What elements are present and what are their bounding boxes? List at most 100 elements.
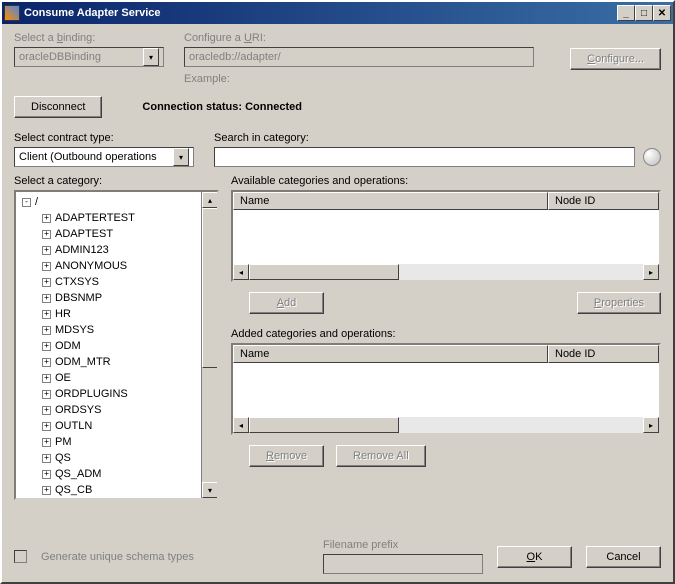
chevron-down-icon bbox=[143, 48, 159, 66]
remove-button: Remove bbox=[249, 445, 324, 467]
tree-item-label: PM bbox=[55, 436, 72, 448]
search-icon[interactable] bbox=[643, 148, 661, 166]
expand-icon[interactable]: + bbox=[42, 294, 51, 303]
scroll-hthumb[interactable] bbox=[249, 417, 399, 433]
add-button: Add bbox=[249, 292, 324, 314]
tree-item[interactable]: + CTXSYS bbox=[18, 274, 215, 290]
expand-icon[interactable]: + bbox=[42, 246, 51, 255]
scroll-left-icon[interactable]: ◂ bbox=[233, 264, 249, 280]
tree-item-label: ANONYMOUS bbox=[55, 260, 127, 272]
tree-item-label: ORDPLUGINS bbox=[55, 388, 128, 400]
search-input[interactable] bbox=[214, 147, 635, 167]
contract-combo[interactable]: Client (Outbound operations bbox=[14, 147, 194, 167]
chevron-down-icon[interactable] bbox=[173, 148, 189, 166]
tree-item[interactable]: + ODM bbox=[18, 338, 215, 354]
expand-icon[interactable]: + bbox=[42, 326, 51, 335]
tree-item[interactable]: + ORDSYS bbox=[18, 402, 215, 418]
tree-item[interactable]: + ANONYMOUS bbox=[18, 258, 215, 274]
tree-item-label: ADMIN123 bbox=[55, 244, 109, 256]
tree-item-label: CTXSYS bbox=[55, 276, 99, 288]
tree-item[interactable]: + ORDPLUGINS bbox=[18, 386, 215, 402]
tree-item[interactable]: + QS_CB bbox=[18, 482, 215, 498]
binding-value: oracleDBBinding bbox=[19, 51, 101, 63]
tree-item-label: ODM_MTR bbox=[55, 356, 111, 368]
uri-value: oracledb://adapter/ bbox=[189, 51, 281, 63]
expand-icon[interactable]: + bbox=[42, 230, 51, 239]
tree-item[interactable]: + MDSYS bbox=[18, 322, 215, 338]
added-col-name[interactable]: Name bbox=[233, 345, 548, 363]
expand-icon[interactable]: + bbox=[42, 262, 51, 271]
added-label: Added categories and operations: bbox=[231, 328, 661, 340]
expand-icon[interactable]: + bbox=[42, 422, 51, 431]
tree-item-label: ADAPTEST bbox=[55, 228, 113, 240]
scroll-hthumb[interactable] bbox=[249, 264, 399, 280]
tree-item[interactable]: + QS_ADM bbox=[18, 466, 215, 482]
available-hscrollbar[interactable]: ◂ ▸ bbox=[233, 264, 659, 280]
schema-checkbox bbox=[14, 550, 27, 563]
connection-status: Connection status: Connected bbox=[142, 101, 302, 113]
expand-icon[interactable]: + bbox=[42, 214, 51, 223]
expand-icon[interactable]: + bbox=[42, 406, 51, 415]
uri-label: Configure a URI: bbox=[184, 32, 550, 44]
tree-item[interactable]: + ADAPTEST bbox=[18, 226, 215, 242]
tree-item[interactable]: +HR bbox=[18, 306, 215, 322]
tree-item-label: OUTLN bbox=[55, 420, 92, 432]
tree-item[interactable]: + DBSNMP bbox=[18, 290, 215, 306]
tree-item[interactable]: + QS bbox=[18, 450, 215, 466]
expand-icon[interactable]: + bbox=[42, 310, 51, 319]
tree-item[interactable]: + OE bbox=[18, 370, 215, 386]
tree-item-label: ORDSYS bbox=[55, 404, 101, 416]
tree-item-label: ADAPTERTEST bbox=[55, 212, 135, 224]
tree-item-label: QS_CB bbox=[55, 484, 92, 496]
expand-icon[interactable]: + bbox=[42, 358, 51, 367]
ok-button[interactable]: OK bbox=[497, 546, 572, 568]
minimize-button[interactable]: _ bbox=[617, 5, 635, 21]
added-col-nodeid[interactable]: Node ID bbox=[548, 345, 659, 363]
tree-scrollbar[interactable]: ▴ ▾ bbox=[201, 192, 217, 498]
tree-item-label: MDSYS bbox=[55, 324, 94, 336]
scroll-right-icon[interactable]: ▸ bbox=[643, 264, 659, 280]
tree-item[interactable]: + ODM_MTR bbox=[18, 354, 215, 370]
tree-item[interactable]: + OUTLN bbox=[18, 418, 215, 434]
expand-icon[interactable]: + bbox=[42, 342, 51, 351]
example-label: Example: bbox=[184, 73, 550, 85]
added-hscrollbar[interactable]: ◂ ▸ bbox=[233, 417, 659, 433]
scroll-down-icon[interactable]: ▾ bbox=[202, 482, 218, 498]
tree-item[interactable]: + ADMIN123 bbox=[18, 242, 215, 258]
remove-all-button: Remove All bbox=[336, 445, 426, 467]
added-listview[interactable]: Name Node ID ◂ ▸ bbox=[231, 343, 661, 435]
category-tree[interactable]: - / + ADAPTERTEST + ADAPTEST + ADMIN123 + ANONY… bbox=[14, 190, 219, 500]
tree-item-label: QS_ADM bbox=[55, 468, 101, 480]
expand-icon[interactable]: + bbox=[42, 470, 51, 479]
tree-item-label: OE bbox=[55, 372, 71, 384]
available-col-name[interactable]: Name bbox=[233, 192, 548, 210]
collapse-icon[interactable]: - bbox=[22, 198, 31, 207]
titlebar: Consume Adapter Service _ □ ✕ bbox=[2, 2, 673, 24]
tree-item[interactable]: + PM bbox=[18, 434, 215, 450]
expand-icon[interactable]: + bbox=[42, 278, 51, 287]
schema-checkbox-label: Generate unique schema types bbox=[41, 551, 194, 563]
available-listview[interactable]: Name Node ID ◂ ▸ bbox=[231, 190, 661, 282]
tree-item-label: DBSNMP bbox=[55, 292, 102, 304]
expand-icon[interactable]: + bbox=[42, 454, 51, 463]
tree-item-label: ODM bbox=[55, 340, 81, 352]
scroll-up-icon[interactable]: ▴ bbox=[202, 192, 218, 208]
expand-icon[interactable]: + bbox=[42, 486, 51, 495]
scroll-right-icon[interactable]: ▸ bbox=[643, 417, 659, 433]
category-tree-label: Select a category: bbox=[14, 175, 219, 187]
cancel-button[interactable]: Cancel bbox=[586, 546, 661, 568]
tree-item-label: QS bbox=[55, 452, 71, 464]
contract-label: Select contract type: bbox=[14, 132, 194, 144]
close-button[interactable]: ✕ bbox=[653, 5, 671, 21]
scroll-thumb[interactable] bbox=[202, 208, 218, 368]
scroll-left-icon[interactable]: ◂ bbox=[233, 417, 249, 433]
expand-icon[interactable]: + bbox=[42, 374, 51, 383]
maximize-button[interactable]: □ bbox=[635, 5, 653, 21]
tree-item[interactable]: + ADAPTERTEST bbox=[18, 210, 215, 226]
expand-icon[interactable]: + bbox=[42, 390, 51, 399]
expand-icon[interactable]: + bbox=[42, 438, 51, 447]
available-col-nodeid[interactable]: Node ID bbox=[548, 192, 659, 210]
disconnect-button[interactable]: Disconnect bbox=[14, 96, 102, 118]
available-label: Available categories and operations: bbox=[231, 175, 661, 187]
tree-root[interactable]: - / bbox=[18, 194, 215, 210]
